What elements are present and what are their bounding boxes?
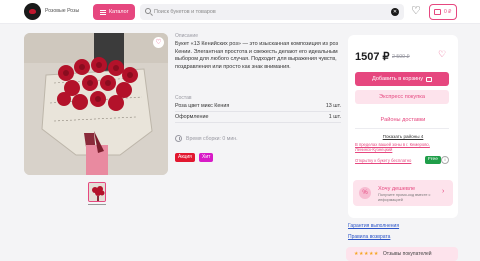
assembly-time-text: Время сборки: 0 мин.: [186, 135, 238, 142]
favorite-heart-icon[interactable]: ♡: [438, 49, 446, 60]
cart-button[interactable]: 0 ₽: [429, 4, 457, 20]
assembly-time: Время сборки: 0 мин.: [175, 135, 238, 142]
product-photo[interactable]: ♡: [24, 33, 168, 175]
composition-item-qty: 1 шт.: [328, 114, 341, 120]
cart-icon: [434, 9, 441, 15]
composition-item-qty: 13 шт.: [325, 103, 341, 109]
product-description: Букет «13 Кенийских роз» — это изысканна…: [175, 41, 339, 70]
site-header: Розовые Розы Каталог ✕ ♡ 0 ₽: [0, 0, 480, 24]
rose-logo-mark: [29, 9, 36, 14]
description-title: Описание: [175, 33, 199, 39]
search-bar: ✕: [140, 4, 404, 20]
free-badge: Free: [425, 156, 441, 164]
clear-search-icon[interactable]: ✕: [391, 8, 399, 16]
brand-name[interactable]: Розовые Розы: [45, 8, 79, 14]
free-postcard-link[interactable]: Открытку к букету бесплатно: [355, 158, 411, 163]
delivery-zone-link[interactable]: В пределах вашей зоны в г. Кемерово, Лен…: [355, 142, 435, 152]
cart-icon: [426, 76, 433, 82]
delivery-areas-link[interactable]: Районы доставки: [348, 117, 458, 123]
composition-item-name: Оформление: [175, 114, 209, 120]
old-price: 2 500 ₽: [392, 54, 410, 60]
photo-favorite-icon[interactable]: ♡: [153, 37, 164, 48]
reviews-label: Отзывы покупателей: [382, 251, 432, 257]
composition-row: Роза цвет микс Кения 13 шт.: [175, 103, 341, 109]
cart-total: 0 ₽: [444, 9, 452, 15]
promo-banner[interactable]: % Хочу дешевле Получите промо-код вместе…: [353, 180, 453, 206]
add-to-cart-label: Добавить в корзину: [371, 76, 424, 82]
guarantee-link[interactable]: Гарантия выполнения: [348, 223, 399, 229]
current-price: 1507 ₽: [355, 51, 390, 63]
composition-divider: [175, 122, 341, 123]
delivery-divider: [355, 128, 449, 129]
sale-badge: Акция: [175, 153, 195, 162]
promo-text: Получите промо-код вместе с информацией: [378, 193, 431, 202]
catalog-label: Каталог: [109, 9, 129, 15]
promo-title: Хочу дешевле: [378, 186, 416, 192]
composition-title: Состав: [175, 95, 192, 101]
express-purchase-label: Экспресс покупка: [379, 94, 425, 100]
purchase-card: 1507 ₽ 2 500 ₽ ♡ Добавить в корзину Эксп…: [348, 35, 458, 218]
composition-divider: [175, 111, 341, 112]
chevron-right-icon: ›: [442, 188, 445, 195]
reviews-bar[interactable]: ★★★★★ Отзывы покупателей: [346, 247, 458, 261]
returns-link[interactable]: Правила возврата: [348, 234, 390, 240]
catalog-button[interactable]: Каталог: [93, 4, 135, 20]
thumbnail-indicator: [88, 204, 106, 205]
bouquet-image: [24, 33, 168, 175]
product-page: Розовые Розы Каталог ✕ ♡ 0 ₽: [0, 0, 480, 261]
composition-item-name: Роза цвет микс Кения: [175, 103, 230, 109]
bouquet-thumbnail-image: [89, 183, 105, 201]
rating-stars-icon: ★★★★★: [354, 251, 379, 257]
menu-icon: [100, 9, 106, 15]
info-icon[interactable]: i: [441, 156, 449, 164]
composition-row: Оформление 1 шт.: [175, 114, 341, 120]
express-purchase-button[interactable]: Экспресс покупка: [355, 90, 449, 104]
photo-thumbnail[interactable]: [88, 182, 106, 202]
discount-icon: %: [359, 187, 371, 199]
search-input[interactable]: [154, 6, 384, 18]
show-areas-link[interactable]: Показать районы 4: [348, 134, 458, 139]
clock-icon: [175, 135, 182, 142]
hit-badge: Хит: [199, 153, 214, 162]
favorites-heart-icon[interactable]: ♡: [411, 5, 421, 17]
search-icon: [145, 8, 151, 14]
add-to-cart-button[interactable]: Добавить в корзину: [355, 72, 449, 86]
logo-icon[interactable]: [24, 3, 41, 20]
